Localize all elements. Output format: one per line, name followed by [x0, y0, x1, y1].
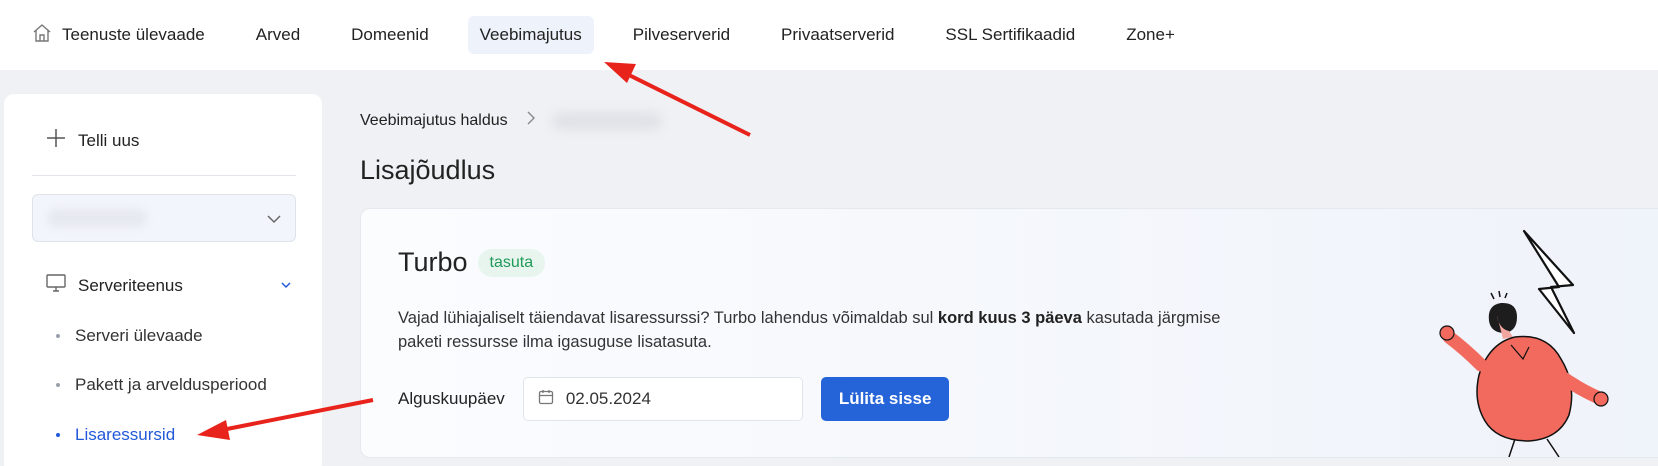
nav-label: Veebimajutus	[479, 25, 582, 44]
chevron-down-icon	[280, 276, 292, 296]
blurred-service-name	[47, 209, 147, 227]
start-date-value: 02.05.2024	[565, 389, 651, 408]
chevron-right-icon	[526, 110, 536, 131]
section-serveriteenus[interactable]: Serveriteenus	[46, 274, 296, 297]
bullet	[56, 383, 60, 387]
breadcrumb: Veebimajutus haldus	[360, 110, 662, 131]
nav-label: Domeenid	[351, 25, 429, 44]
nav-zone-plus[interactable]: Zone+	[1114, 16, 1187, 54]
divider	[32, 175, 296, 176]
sidebar: Telli uus Serveriteenus Serveri ülevaade…	[4, 94, 322, 466]
nav-label: Privaatserverid	[781, 25, 895, 44]
breadcrumb-root[interactable]: Veebimajutus haldus	[360, 112, 508, 130]
nav-arved[interactable]: Arved	[244, 16, 312, 54]
turbo-illustration	[1439, 229, 1609, 457]
nav-veebimajutus[interactable]: Veebimajutus	[467, 16, 594, 54]
section-label: Serveriteenus	[78, 275, 183, 295]
chevron-down-icon	[265, 210, 283, 233]
sidebar-item-pakett[interactable]: Pakett ja arveldusperiood	[56, 375, 267, 395]
free-badge: tasuta	[477, 248, 546, 277]
plus-icon	[46, 128, 66, 153]
nav-teenuste-ulevaade[interactable]: Teenuste ülevaade	[20, 14, 217, 57]
bullet	[56, 334, 60, 338]
nav-domeenid[interactable]: Domeenid	[339, 16, 441, 54]
breadcrumb-blurred-current	[551, 111, 662, 130]
sidebar-item-label: Serveri ülevaade	[75, 326, 203, 345]
nav-privaatserverid[interactable]: Privaatserverid	[769, 16, 906, 54]
turbo-header: Turbo tasuta	[398, 247, 546, 278]
new-order-label: Telli uus	[78, 130, 140, 150]
desc-bold: kord kuus 3 päeva	[937, 309, 1082, 327]
sidebar-item-label: Lisaressursid	[75, 425, 176, 444]
monitor-icon	[46, 274, 66, 297]
nav-pilveserverid[interactable]: Pilveserverid	[621, 16, 742, 54]
sidebar-item-label: Pakett ja arveldusperiood	[75, 375, 267, 394]
start-date-input[interactable]: 02.05.2024	[522, 377, 803, 421]
nav-label: Zone+	[1126, 25, 1175, 44]
sidebar-item-serveri-ulevaade[interactable]: Serveri ülevaade	[56, 326, 203, 346]
nav-ssl-sertifikaadid[interactable]: SSL Sertifikaadid	[933, 16, 1087, 54]
home-icon	[32, 23, 52, 48]
service-select[interactable]	[32, 194, 296, 242]
bullet	[56, 433, 60, 437]
turbo-title: Turbo	[398, 247, 468, 277]
sidebar-item-lisaressursid[interactable]: Lisaressursid	[56, 425, 175, 445]
nav-label: Teenuste ülevaade	[62, 25, 205, 44]
page-title: Lisajõudlus	[360, 155, 496, 185]
enable-turbo-button[interactable]: Lülita sisse	[820, 377, 950, 421]
nav-label: SSL Sertifikaadid	[945, 25, 1076, 44]
turbo-description: Vajad lühiajaliselt täiendavat lisaressu…	[398, 306, 1268, 354]
nav-label: Arved	[255, 25, 301, 44]
start-date-label: Alguskuupäev	[398, 389, 505, 408]
start-date-row: Alguskuupäev 02.05.2024 Lülita sisse	[398, 377, 950, 421]
top-navigation: Teenuste ülevaade Arved Domeenid Veebima…	[0, 0, 1658, 70]
nav-label: Pilveserverid	[632, 25, 731, 44]
turbo-card: Turbo tasuta Vajad lühiajaliselt täienda…	[360, 208, 1658, 458]
desc-part: Vajad lühiajaliselt täiendavat lisaressu…	[398, 309, 938, 327]
new-order-button[interactable]: Telli uus	[46, 128, 139, 153]
calendar-icon	[538, 389, 554, 410]
